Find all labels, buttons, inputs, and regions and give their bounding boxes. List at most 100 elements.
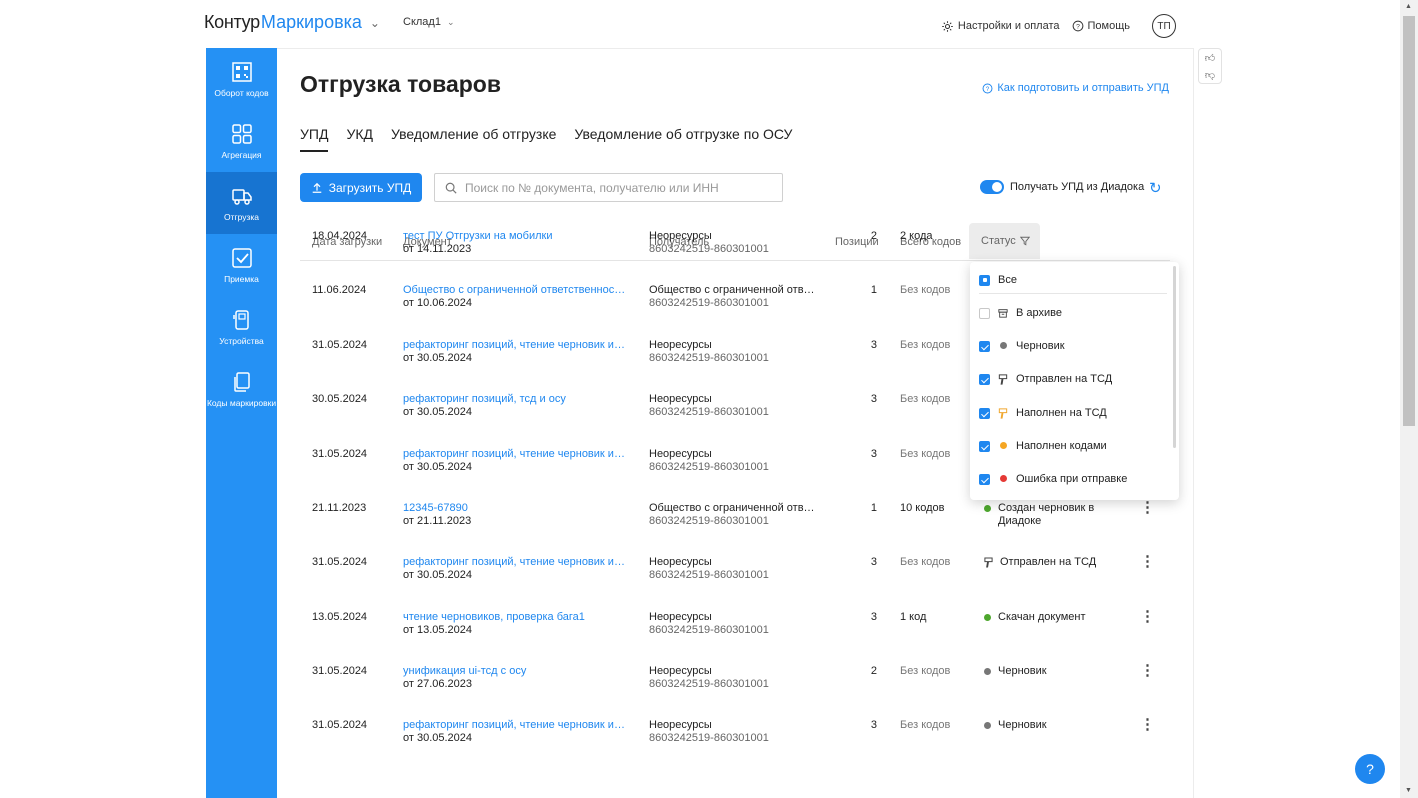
document-link[interactable]: рефакторинг позиций, чтение черновик из …: [403, 339, 628, 352]
warehouse-selector[interactable]: Склад1 ⌄: [403, 16, 455, 28]
warehouse-label: Склад1: [403, 16, 441, 28]
sidebar-item-devices[interactable]: Устройства: [206, 296, 277, 358]
status-label: Скачан документ: [998, 611, 1086, 623]
document-link[interactable]: тест ПУ Отгрузки на мобилки: [403, 230, 628, 243]
status-badge: Скачан документ: [984, 611, 1114, 624]
scroll-down-arrow-icon[interactable]: ▼: [1405, 787, 1412, 794]
recipient-name: Неоресурсы: [649, 556, 712, 568]
sidebar-item-aggregation[interactable]: Агрегация: [206, 110, 277, 172]
table-row[interactable]: 13.05.2024 чтение черновиков, проверка ба…: [300, 609, 1170, 665]
recipient-name: Неоресурсы: [649, 665, 712, 677]
recipient-inn: 8603242519-860301001: [649, 732, 769, 744]
checkbox[interactable]: [979, 307, 990, 319]
document-link[interactable]: рефакторинг позиций, тсд и осу: [403, 393, 628, 406]
tab-shipment-notice[interactable]: Уведомление об отгрузке: [391, 126, 556, 152]
upload-date: 31.05.2024: [312, 665, 368, 677]
upload-date: 30.05.2024: [312, 393, 368, 405]
sidebar-item-codes-turnover[interactable]: Оборот кодов: [206, 48, 277, 110]
more-actions-icon[interactable]: ⋮: [1140, 609, 1155, 624]
avatar[interactable]: ТП: [1152, 14, 1176, 38]
table-row[interactable]: 31.05.2024 унификация ui-тсд с осу от 27.0…: [300, 663, 1170, 719]
document-cell: чтение черновиков, проверка бага1 от 13.0…: [403, 611, 628, 637]
checkbox[interactable]: [979, 440, 990, 452]
upload-upd-button[interactable]: Загрузить УПД: [300, 173, 422, 202]
table-row[interactable]: 31.05.2024 рефакторинг позиций, чтение че…: [300, 717, 1170, 773]
filter-option-label: Наполнен на ТСД: [1016, 407, 1107, 419]
table-row[interactable]: 21.11.2023 12345-67890 от 21.11.2023 Общест…: [300, 500, 1170, 556]
diadoc-toggle[interactable]: [980, 180, 1004, 194]
refresh-icon[interactable]: ↻: [1149, 179, 1162, 197]
checkbox[interactable]: [979, 373, 990, 385]
recipient-cell: Неоресурсы 8603242519-860301001: [649, 393, 819, 419]
document-cell: рефакторинг позиций, чтение черновик из …: [403, 448, 628, 474]
positions-count: 1: [870, 284, 877, 296]
filter-option[interactable]: В архиве: [979, 307, 1062, 319]
recipient-cell: Неоресурсы 8603242519-860301001: [649, 665, 819, 691]
logo-kontur: Контур: [204, 12, 260, 32]
more-actions-icon[interactable]: ⋮: [1140, 554, 1155, 569]
document-link[interactable]: унификация ui-тсд с осу: [403, 665, 628, 678]
help-chat-button[interactable]: ?: [1355, 754, 1385, 784]
product-logo[interactable]: Контур Маркировка ⌄: [204, 12, 380, 33]
document-date: от 14.11.2023: [403, 243, 472, 255]
checkbox[interactable]: [979, 274, 990, 286]
sidebar-item-shipment[interactable]: Отгрузка: [206, 172, 277, 234]
settings-link[interactable]: Настройки и оплата: [941, 20, 1060, 33]
help-link[interactable]: ? Помощь: [1072, 20, 1130, 32]
document-link[interactable]: чтение черновиков, проверка бага1: [403, 611, 628, 624]
document-link[interactable]: Общество с ограниченной ответственностью: [403, 284, 628, 297]
search-field[interactable]: [434, 173, 783, 202]
recipient-name: Неоресурсы: [649, 393, 712, 405]
scrollbar-thumb[interactable]: [1403, 16, 1415, 426]
document-link[interactable]: рефакторинг позиций, чтение черновик из …: [403, 556, 628, 569]
more-actions-icon[interactable]: ⋮: [1140, 500, 1155, 515]
page-scrollbar[interactable]: ▲ ▼: [1400, 0, 1418, 798]
svg-text:?: ?: [986, 85, 990, 92]
filter-option-all[interactable]: Все: [979, 274, 1017, 286]
filter-option[interactable]: Ошибка при отправке: [979, 473, 1127, 485]
sidebar-item-label: Отгрузка: [223, 211, 260, 222]
checkbox[interactable]: [979, 340, 990, 352]
dropdown-scrollbar[interactable]: [1173, 266, 1176, 448]
document-date: от 13.05.2024: [403, 624, 473, 636]
checkbox[interactable]: [979, 407, 990, 419]
recipient-inn: 8603242519-860301001: [649, 569, 769, 581]
status-dot: [984, 668, 991, 675]
upd-help-link[interactable]: ? Как подготовить и отправить УПД: [982, 82, 1169, 94]
tab-upd[interactable]: УПД: [300, 126, 329, 152]
more-actions-icon[interactable]: ⋮: [1140, 717, 1155, 732]
filter-option[interactable]: Отправлен на ТСД: [979, 373, 1112, 385]
tab-shipment-notice-osu[interactable]: Уведомление об отгрузке по ОСУ: [574, 126, 792, 152]
total-codes: Без кодов: [900, 393, 951, 405]
filter-option[interactable]: Наполнен на ТСД: [979, 407, 1107, 419]
filter-option[interactable]: Наполнен кодами: [979, 440, 1107, 452]
thumbs-up-icon[interactable]: 👍︎: [1205, 52, 1215, 64]
document-link[interactable]: рефакторинг позиций, чтение черновик из …: [403, 448, 628, 461]
total-codes: 2 кода: [900, 230, 933, 242]
search-input[interactable]: [465, 180, 765, 195]
copy-icon: [233, 371, 250, 392]
total-codes: Без кодов: [900, 448, 951, 460]
document-link[interactable]: 12345-67890: [403, 502, 628, 515]
document-date: от 30.05.2024: [403, 461, 473, 473]
upload-date: 21.11.2023: [312, 502, 367, 514]
more-actions-icon[interactable]: ⋮: [1140, 663, 1155, 678]
logo-product: Маркировка: [260, 12, 362, 32]
filter-option[interactable]: Черновик: [979, 340, 1065, 352]
recipient-name: Неоресурсы: [649, 339, 712, 351]
upload-date: 18.04.2024: [312, 230, 368, 242]
checkbox[interactable]: [979, 473, 990, 485]
status-label: Черновик: [998, 719, 1047, 731]
chevron-down-icon[interactable]: ⌄: [370, 16, 380, 30]
sidebar-item-receiving[interactable]: Приемка: [206, 234, 277, 296]
recipient-cell: Неоресурсы 8603242519-860301001: [649, 339, 819, 365]
thumbs-down-icon[interactable]: 👎︎: [1205, 69, 1215, 81]
document-link[interactable]: рефакторинг позиций, чтение черновик из …: [403, 719, 628, 732]
recipient-name: Общество с ограниченной ответ...: [649, 502, 819, 514]
sidebar-item-marking-codes[interactable]: Коды маркировки: [206, 358, 277, 420]
table-row[interactable]: 31.05.2024 рефакторинг позиций, чтение че…: [300, 554, 1170, 610]
recipient-cell: Общество с ограниченной ответ... 86032425…: [649, 502, 819, 528]
positions-count: 3: [870, 611, 877, 623]
scroll-up-arrow-icon[interactable]: ▲: [1405, 3, 1412, 10]
tab-ukd[interactable]: УКД: [346, 126, 373, 152]
